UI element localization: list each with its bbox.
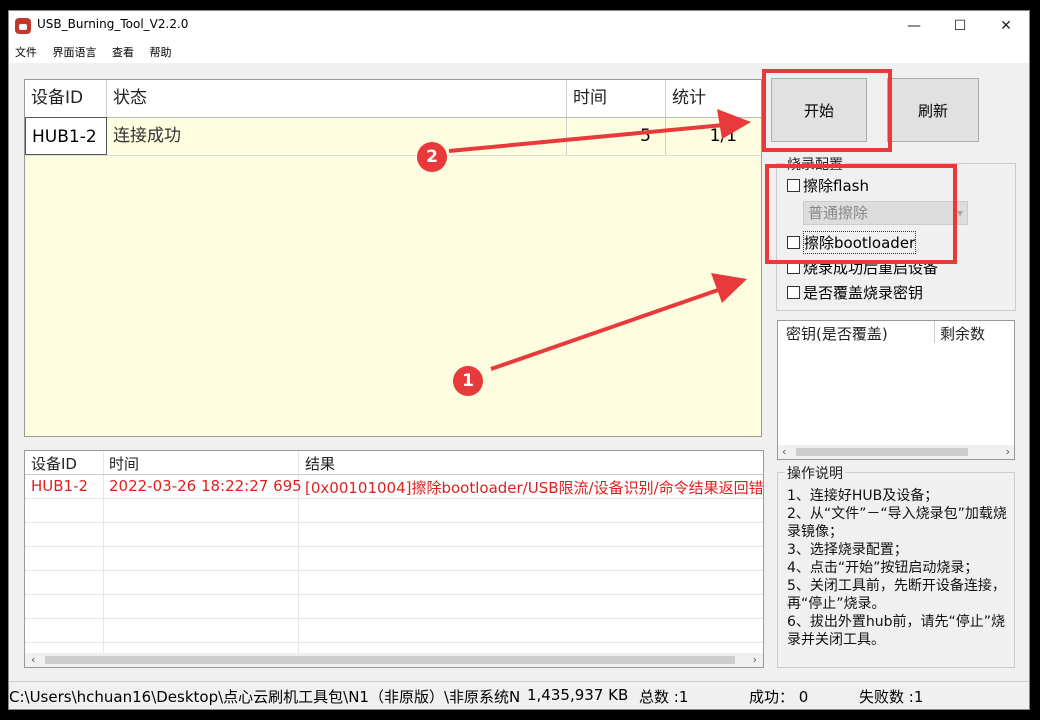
app-window: USB_Burning_Tool_V2.2.0 — ☐ ✕ 文件 界面语言 查看… xyxy=(8,10,1030,710)
arrow-head-2 xyxy=(717,109,751,139)
arrow-head-1 xyxy=(711,273,747,303)
arrow-line-1 xyxy=(490,287,722,371)
annotation-arrows xyxy=(448,109,751,371)
annotation-marker-1: 1 xyxy=(453,366,483,396)
arrow-line-2 xyxy=(448,123,725,153)
annotation-marker-2: 2 xyxy=(417,142,447,172)
